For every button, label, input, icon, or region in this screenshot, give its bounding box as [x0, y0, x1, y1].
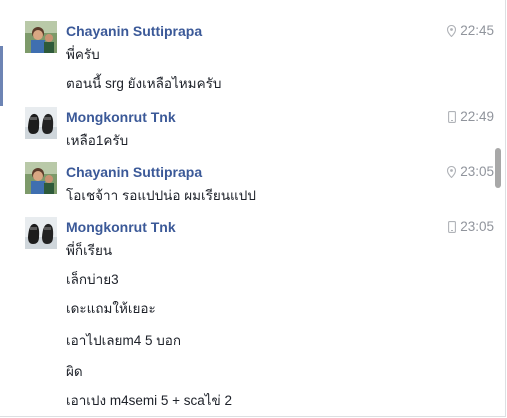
- message-text: ตอนนี้ srg ยังเหลือไหมครับ: [66, 76, 222, 91]
- message-text: เดะแถมให้เยอะ: [66, 301, 156, 316]
- message-meta: 22:45: [447, 23, 494, 38]
- location-pin-icon: [447, 24, 457, 37]
- message-meta: 22:49: [448, 109, 494, 124]
- avatar-chayanin[interactable]: [25, 21, 57, 53]
- avatar-chayanin[interactable]: [25, 162, 57, 194]
- message-text: เล็กบ่าย3: [66, 272, 119, 287]
- message-text: โอเชจ้าา รอแปปน่อ ผมเรียนแปป: [66, 188, 256, 203]
- sender-name[interactable]: Chayanin Suttiprapa: [66, 23, 202, 39]
- sender-name[interactable]: Chayanin Suttiprapa: [66, 164, 202, 180]
- unread-indicator: [0, 46, 3, 106]
- message-text: เหลือ1ครับ: [66, 133, 129, 148]
- message-meta: 23:05: [447, 164, 494, 179]
- timestamp: 23:05: [460, 164, 494, 179]
- scrollbar-thumb[interactable]: [495, 148, 501, 188]
- timestamp: 22:49: [460, 109, 494, 124]
- sender-name[interactable]: Mongkonrut Tnk: [66, 219, 176, 235]
- message-text: เอาเปง m4semi 5 + scaไข่ 2: [66, 393, 233, 408]
- avatar-mongkonrut[interactable]: [25, 107, 57, 139]
- location-pin-icon: [447, 165, 457, 178]
- mobile-phone-icon: [448, 110, 457, 123]
- timestamp: 22:45: [460, 23, 494, 38]
- message-text: ผิด: [66, 364, 83, 379]
- message-text: พี่ครับ: [66, 47, 100, 62]
- timestamp: 23:05: [460, 219, 494, 234]
- message-text: พี่ก็เรียน: [66, 243, 113, 258]
- avatar-mongkonrut[interactable]: [25, 217, 57, 249]
- mobile-phone-icon: [448, 220, 457, 233]
- sender-name[interactable]: Mongkonrut Tnk: [66, 109, 176, 125]
- message-meta: 23:05: [448, 219, 494, 234]
- message-text: เอาไปเลยm4 5 บอก: [66, 333, 182, 348]
